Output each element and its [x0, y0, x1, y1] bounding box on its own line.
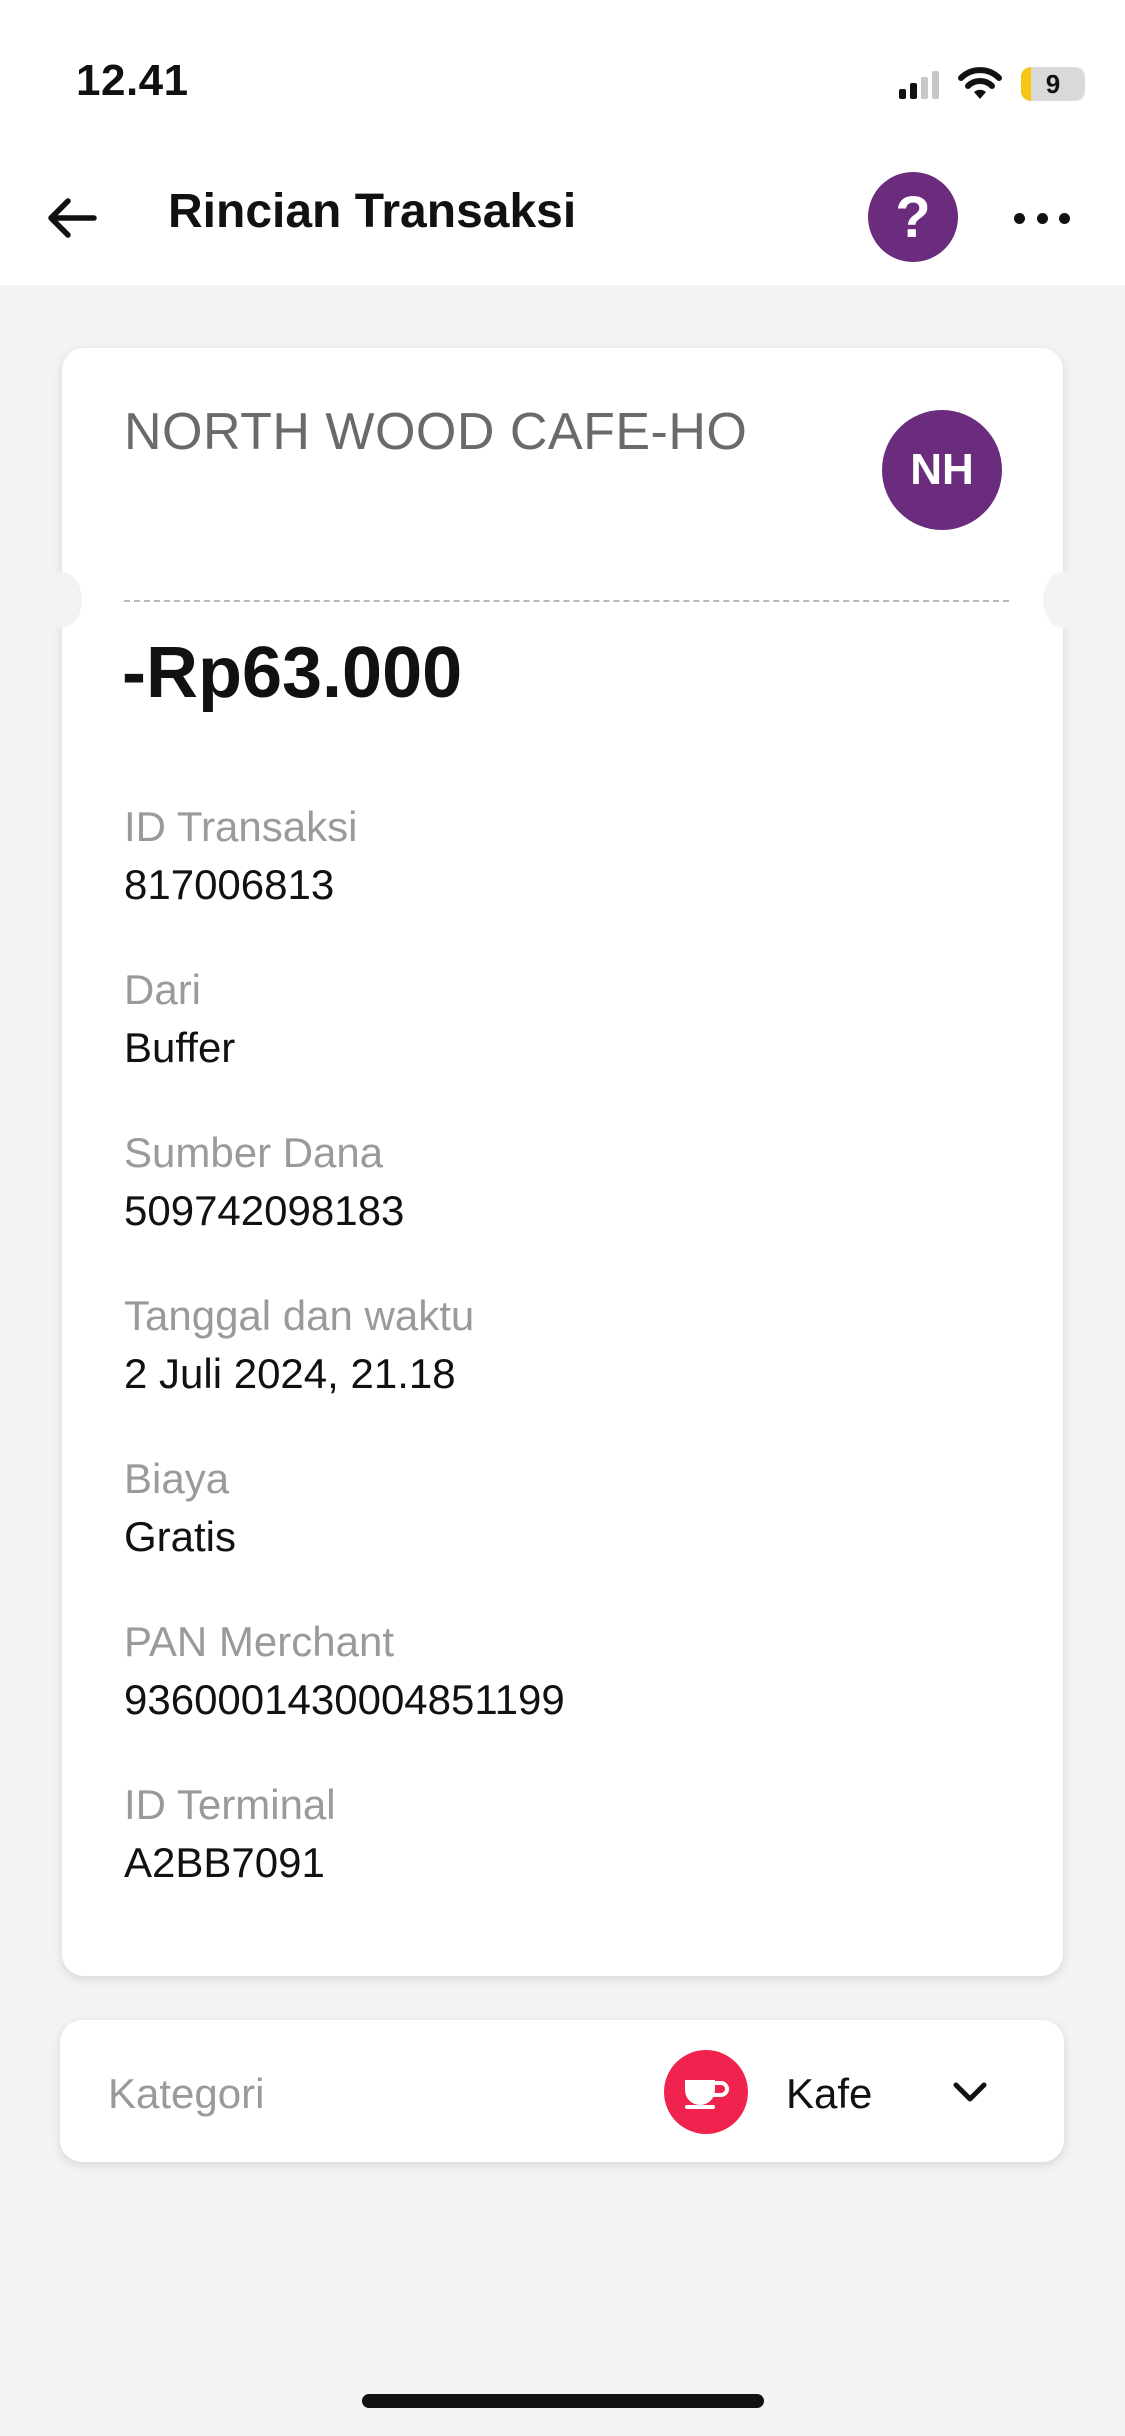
- detail-value: 9360001430004851199: [124, 1676, 565, 1723]
- receipt-notch-left: [42, 572, 82, 628]
- detail-value: 509742098183: [124, 1187, 405, 1234]
- detail-source-of-funds: Sumber Dana 509742098183: [124, 1132, 404, 1232]
- top-bar: 12.41 9 Rincian Transaksi ?: [0, 0, 1125, 285]
- detail-label: Tanggal dan waktu: [124, 1292, 475, 1339]
- chevron-down-icon[interactable]: [948, 2072, 992, 2112]
- wifi-icon: [957, 67, 1003, 101]
- merchant-name: NORTH WOOD CAFE-HO: [124, 403, 748, 461]
- help-button[interactable]: ?: [868, 172, 958, 262]
- home-indicator: [362, 2394, 764, 2408]
- status-icons: 9: [899, 62, 1085, 106]
- battery-icon: 9: [1021, 67, 1085, 101]
- receipt-divider: [124, 600, 1009, 602]
- detail-label: ID Transaksi: [124, 803, 358, 850]
- coffee-cup-icon: [664, 2050, 748, 2134]
- help-icon: ?: [895, 184, 931, 250]
- page-title: Rincian Transaksi: [168, 185, 577, 238]
- category-selector[interactable]: Kategori Kafe: [60, 2020, 1064, 2162]
- detail-value: 817006813: [124, 861, 335, 908]
- more-icon-dot: [1036, 212, 1048, 224]
- merchant-avatar: NH: [882, 410, 1002, 530]
- back-arrow-icon: [48, 198, 97, 238]
- detail-pan-merchant: PAN Merchant 9360001430004851199: [124, 1621, 565, 1721]
- detail-date-time: Tanggal dan waktu 2 Juli 2024, 21.18: [124, 1295, 474, 1395]
- detail-value: Gratis: [124, 1513, 237, 1560]
- detail-value: 2 Juli 2024, 21.18: [124, 1350, 456, 1397]
- status-time: 12.41: [76, 56, 189, 105]
- signal-icon: [899, 69, 939, 99]
- detail-from: Dari Buffer: [124, 969, 235, 1069]
- more-button[interactable]: [1014, 200, 1070, 236]
- detail-label: PAN Merchant: [124, 1618, 394, 1665]
- detail-label: ID Terminal: [124, 1781, 336, 1828]
- battery-level: 9: [1045, 68, 1061, 99]
- back-button[interactable]: [42, 188, 102, 248]
- detail-label: Sumber Dana: [124, 1129, 384, 1176]
- category-label: Kategori: [108, 2070, 265, 2117]
- more-icon-dot: [1059, 212, 1070, 224]
- detail-label: Biaya: [124, 1455, 230, 1502]
- category-value: Kafe: [786, 2070, 873, 2117]
- detail-value: Buffer: [124, 1024, 236, 1071]
- detail-terminal-id: ID Terminal A2BB7091: [124, 1784, 336, 1884]
- more-icon-dot: [1014, 212, 1025, 224]
- detail-fee: Biaya Gratis: [124, 1458, 236, 1558]
- transaction-amount: -Rp63.000: [122, 633, 463, 713]
- detail-label: Dari: [124, 966, 202, 1013]
- receipt-notch-right: [1043, 572, 1083, 628]
- detail-transaction-id: ID Transaksi 817006813: [124, 806, 357, 906]
- detail-value: A2BB7091: [124, 1839, 325, 1886]
